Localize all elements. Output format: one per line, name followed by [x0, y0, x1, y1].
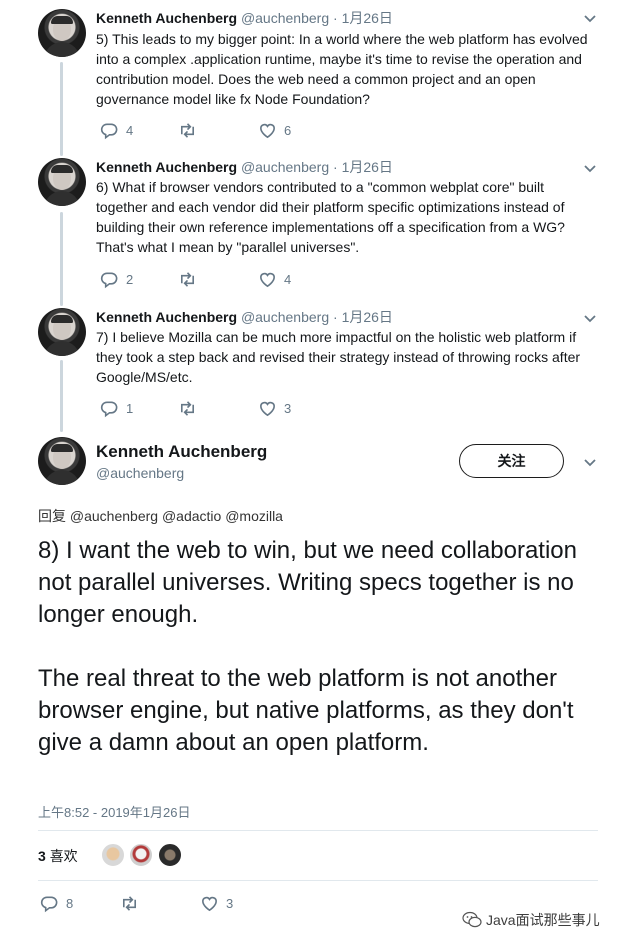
thread-tweet[interactable]: Kenneth Auchenberg @auchenberg · 1月26日 5…	[0, 0, 636, 150]
tweet-header: Kenneth Auchenberg @auchenberg · 1月26日	[96, 9, 393, 27]
main-tweet-text: 8) I want the web to win, but we need co…	[38, 535, 598, 791]
tweet-text: 7) I believe Mozilla can be much more im…	[96, 327, 596, 387]
reply-button[interactable]: 2	[100, 269, 133, 289]
thread-tweet[interactable]: Kenneth Auchenberg @auchenberg · 1月26日 6…	[0, 150, 636, 300]
heart-icon	[260, 401, 275, 416]
tweet-date[interactable]: 1月26日	[342, 309, 393, 325]
tweet-text-line: Google/MS/etc.	[96, 369, 193, 385]
tweet-header: Kenneth Auchenberg @auchenberg · 1月26日	[96, 158, 393, 176]
likes-summary[interactable]: 3 喜欢	[38, 846, 78, 866]
like-count: 6	[284, 122, 292, 138]
tweet-date[interactable]: 1月26日	[342, 10, 393, 26]
tweet-text-line: 5) This leads to my bigger point: In a w…	[96, 31, 588, 47]
main-tweet-actions: 8 3	[38, 893, 438, 913]
author-handle[interactable]: @auchenberg	[96, 465, 184, 481]
divider	[38, 830, 598, 831]
retweet-button[interactable]	[178, 269, 204, 289]
reply-icon	[100, 272, 118, 288]
watermark-text: Java面试那些事儿	[486, 912, 600, 928]
tweet-text-line: That's what I mean by "parallel universe…	[96, 239, 360, 255]
tweet-text-line: governance model like fx Node Foundation…	[96, 91, 370, 107]
likes-number: 3	[38, 848, 46, 864]
likes-label: 喜欢	[49, 848, 78, 864]
tweet-paragraph: 8) I want the web to win, but we need co…	[38, 537, 577, 628]
reply-count: 4	[126, 122, 134, 138]
tweet-paragraph: The real threat to the web platform is n…	[38, 665, 574, 756]
author-name[interactable]: Kenneth Auchenberg	[96, 309, 237, 325]
heart-icon	[260, 123, 275, 138]
retweet-button[interactable]	[178, 120, 204, 140]
author-handle[interactable]: @auchenberg	[241, 159, 329, 175]
reply-count: 1	[126, 400, 134, 416]
like-count: 3	[226, 895, 234, 911]
retweet-icon	[180, 400, 195, 416]
author-handle[interactable]: @auchenberg	[241, 309, 329, 325]
retweet-icon	[180, 122, 195, 138]
like-count: 4	[284, 271, 292, 287]
chevron-down-icon[interactable]	[582, 160, 598, 176]
tweet-actions: 1 3	[96, 398, 496, 418]
tweet-text-line: 6) What if browser vendors contributed t…	[96, 179, 545, 195]
reply-icon	[40, 896, 58, 912]
tweet-timestamp[interactable]: 上午8:52 - 2019年1月26日	[38, 802, 190, 821]
like-count: 3	[284, 400, 292, 416]
reply-button[interactable]: 4	[100, 120, 133, 140]
like-button[interactable]: 3	[258, 398, 291, 418]
separator: ·	[333, 159, 338, 175]
retweet-icon	[122, 895, 137, 911]
reply-button[interactable]: 8	[40, 893, 73, 913]
liker-avatar[interactable]	[101, 843, 125, 867]
reply-icon	[100, 401, 118, 417]
avatar[interactable]	[38, 158, 86, 206]
tweet-text: 5) This leads to my bigger point: In a w…	[96, 29, 596, 109]
reply-mentions[interactable]: @auchenberg @adactio @mozilla	[70, 508, 283, 524]
tweet-text-line: they took a step back and revised their …	[96, 349, 581, 365]
chevron-down-icon[interactable]	[582, 10, 598, 26]
tweet-text-line: together and each vendor did their platf…	[96, 199, 565, 215]
like-button[interactable]: 6	[258, 120, 291, 140]
reply-button[interactable]: 1	[100, 398, 133, 418]
separator: ·	[333, 10, 338, 26]
heart-icon	[202, 896, 217, 911]
tweet-actions: 4 6	[96, 120, 496, 140]
reply-prefix: 回复	[38, 508, 66, 524]
reply-count: 8	[66, 895, 74, 911]
tweet-text-line: contribution model. Does the web need a …	[96, 71, 536, 87]
wechat-logo-icon	[462, 911, 482, 928]
chevron-down-icon[interactable]	[582, 310, 598, 326]
watermark: Java面试那些事儿	[462, 910, 600, 930]
avatar[interactable]	[38, 308, 86, 356]
author-handle[interactable]: @auchenberg	[241, 10, 329, 26]
tweet-text: 6) What if browser vendors contributed t…	[96, 177, 596, 257]
retweet-button[interactable]	[178, 398, 204, 418]
reply-count: 2	[126, 271, 134, 287]
separator: ·	[333, 309, 338, 325]
reply-icon	[100, 123, 118, 139]
author-name[interactable]: Kenneth Auchenberg	[96, 10, 237, 26]
thread-tweet[interactable]: Kenneth Auchenberg @auchenberg · 1月26日 7…	[0, 300, 636, 430]
author-name[interactable]: Kenneth Auchenberg	[96, 442, 267, 462]
like-button[interactable]: 4	[258, 269, 291, 289]
tweet-text-line: into a complex .application runtime, may…	[96, 51, 582, 67]
divider	[38, 880, 598, 881]
retweet-button[interactable]	[120, 893, 146, 913]
retweet-icon	[180, 271, 195, 287]
reply-context: 回复 @auchenberg @adactio @mozilla	[38, 506, 283, 526]
liker-avatar[interactable]	[129, 843, 153, 867]
tweet-text-line: building their own reference implementat…	[96, 219, 565, 235]
tweet-header: Kenneth Auchenberg @auchenberg · 1月26日	[96, 308, 393, 326]
liker-avatar[interactable]	[158, 843, 182, 867]
avatar[interactable]	[38, 9, 86, 57]
chevron-down-icon[interactable]	[582, 454, 598, 470]
avatar[interactable]	[38, 437, 86, 485]
author-name[interactable]: Kenneth Auchenberg	[96, 159, 237, 175]
tweet-actions: 2 4	[96, 269, 496, 289]
follow-button[interactable]: 关注	[459, 444, 564, 478]
tweet-text-line: 7) I believe Mozilla can be much more im…	[96, 329, 577, 345]
heart-icon	[260, 272, 275, 287]
tweet-date[interactable]: 1月26日	[342, 159, 393, 175]
like-button[interactable]: 3	[200, 893, 233, 913]
